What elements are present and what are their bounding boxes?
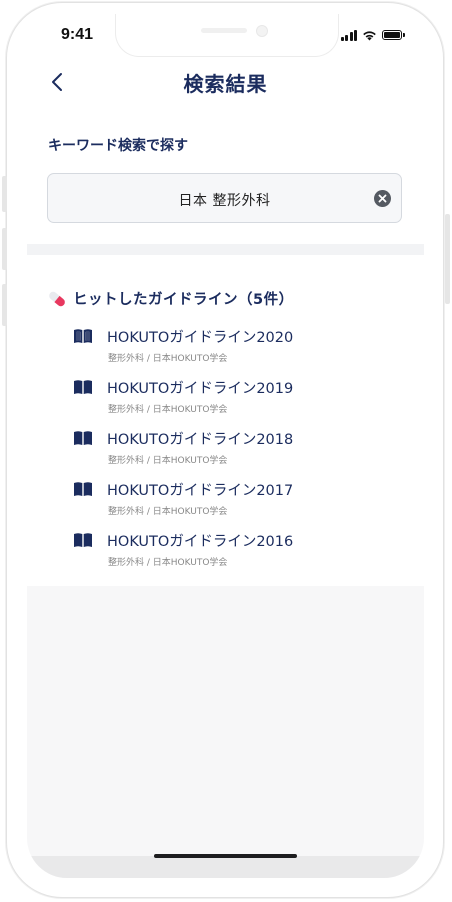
clear-search-button[interactable] (374, 190, 391, 207)
book-icon (74, 329, 92, 343)
signal-icon (340, 29, 357, 41)
search-input[interactable]: 日本 整形外科 (47, 173, 402, 223)
result-item[interactable]: HOKUTOガイドライン2017 整形外科 / 日本HOKUTO学会 (73, 479, 403, 523)
wifi-icon (363, 30, 376, 40)
results-title: ヒットしたガイドライン（5件） (73, 292, 294, 308)
nav-bar: 検索結果 (27, 64, 424, 100)
result-item[interactable]: HOKUTOガイドライン2016 整形外科 / 日本HOKUTO学会 (73, 530, 403, 574)
mute-switch (2, 176, 7, 212)
result-title: HOKUTOガイドライン2017 (107, 483, 294, 499)
pill-icon (49, 291, 65, 306)
search-section-label: キーワード検索で探す (48, 138, 188, 154)
status-time: 9:41 (61, 26, 94, 43)
empty-content-area (27, 586, 424, 878)
section-divider (27, 244, 424, 255)
notch (115, 14, 339, 57)
clear-circle-icon (378, 194, 387, 203)
result-item[interactable]: HOKUTOガイドライン2019 整形外科 / 日本HOKUTO学会 (73, 377, 403, 421)
book-icon (74, 431, 92, 445)
home-bar (27, 854, 424, 878)
results-header: ヒットしたガイドライン（5件） (47, 288, 294, 309)
home-indicator[interactable] (154, 854, 297, 858)
status-icons (340, 28, 405, 42)
result-item[interactable]: HOKUTOガイドライン2018 整形外科 / 日本HOKUTO学会 (73, 428, 403, 472)
result-subtitle: 整形外科 / 日本HOKUTO学会 (108, 456, 228, 466)
volume-up-button (2, 228, 7, 270)
result-subtitle: 整形外科 / 日本HOKUTO学会 (108, 507, 228, 517)
power-button (445, 214, 450, 304)
result-subtitle: 整形外科 / 日本HOKUTO学会 (108, 558, 228, 568)
result-title: HOKUTOガイドライン2020 (107, 330, 294, 346)
camera (256, 25, 268, 37)
screen: 9:41 検索結果 キーワード検索で探す 日本 整形外科 ヒットしたガイドライン… (27, 14, 424, 878)
result-item[interactable]: HOKUTOガイドライン2020 整形外科 / 日本HOKUTO学会 (73, 326, 403, 370)
speaker (201, 28, 247, 33)
battery-icon (382, 30, 405, 40)
status-bar: 9:41 (27, 14, 424, 64)
book-icon (74, 380, 92, 394)
book-icon (74, 482, 92, 496)
result-title: HOKUTOガイドライン2019 (107, 381, 294, 397)
volume-down-button (2, 284, 7, 326)
result-subtitle: 整形外科 / 日本HOKUTO学会 (108, 405, 228, 415)
search-value[interactable]: 日本 整形外科 (48, 190, 401, 210)
result-title: HOKUTOガイドライン2016 (107, 534, 294, 550)
result-title: HOKUTOガイドライン2018 (107, 432, 294, 448)
book-icon (74, 533, 92, 547)
page-title: 検索結果 (183, 72, 268, 96)
result-subtitle: 整形外科 / 日本HOKUTO学会 (108, 354, 228, 364)
